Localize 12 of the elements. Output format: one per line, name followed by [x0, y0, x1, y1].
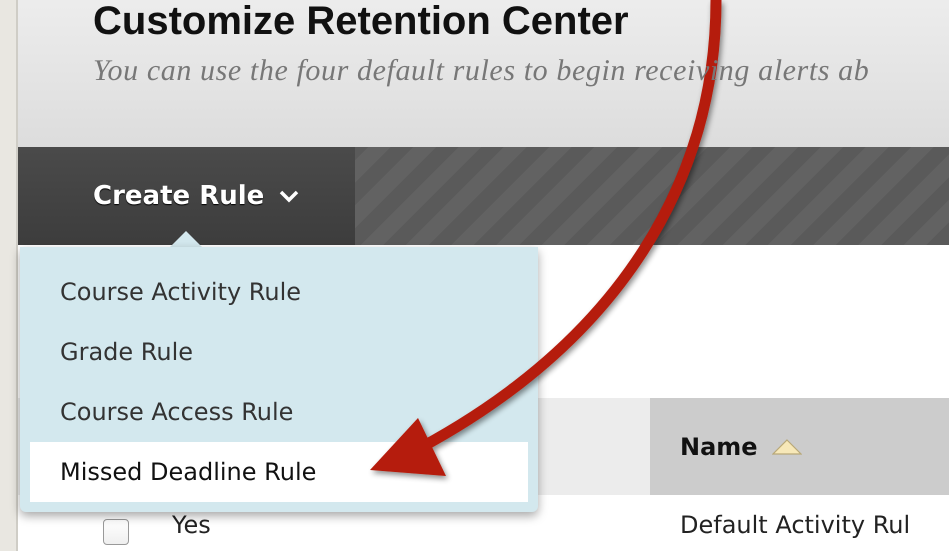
menu-item[interactable]: Missed Deadline Rule	[30, 442, 528, 502]
table-cell: Default Activity Rul	[680, 511, 910, 539]
create-rule-button[interactable]: Create Rule	[18, 147, 355, 245]
sort-ascending-icon[interactable]	[772, 438, 802, 454]
page-title: Customize Retention Center	[93, 0, 630, 42]
table-cell: Yes	[172, 511, 211, 539]
row-checkbox[interactable]	[103, 519, 129, 545]
menu-item[interactable]: Grade Rule	[30, 322, 528, 382]
menu-item[interactable]: Course Access Rule	[30, 382, 528, 442]
menu-item[interactable]: Course Activity Rule	[30, 262, 528, 322]
chevron-icon	[278, 189, 300, 203]
column-header[interactable]: Name	[650, 398, 949, 495]
